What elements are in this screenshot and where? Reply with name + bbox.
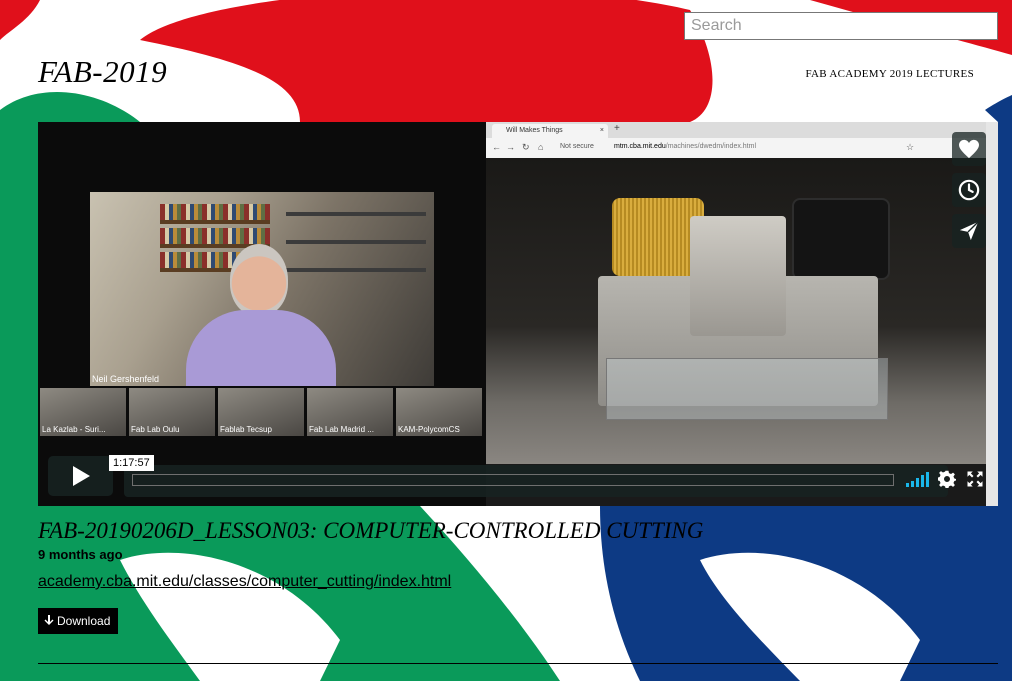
browser-tab-title: Will Makes Things xyxy=(506,127,563,134)
play-button[interactable] xyxy=(48,456,113,496)
heart-icon xyxy=(959,139,979,159)
volume-icon[interactable] xyxy=(906,471,930,487)
participant-label: Fab Lab Madrid ... xyxy=(309,425,374,434)
participant-thumbnail: Fab Lab Oulu xyxy=(129,388,215,436)
video-conference-pane: Neil Gershenfeld La Kazlab - Suri... Fab… xyxy=(38,122,486,506)
url-path: /machines/dwedm/index.html xyxy=(665,143,757,150)
webcam-label: Neil Gershenfeld xyxy=(92,374,160,384)
progress-bar[interactable] xyxy=(132,474,894,486)
participant-label: La Kazlab - Suri... xyxy=(42,425,106,434)
download-button[interactable]: Download xyxy=(38,608,119,634)
participant-thumbnail: KAM-PolycomCS xyxy=(396,388,482,436)
download-arrow-icon xyxy=(44,615,54,627)
share-button[interactable] xyxy=(952,214,986,248)
lesson-link[interactable]: academy.cba.mit.edu/classes/computer_cut… xyxy=(38,573,451,591)
machine-camera-feed xyxy=(486,158,986,464)
paper-plane-icon xyxy=(959,221,979,241)
bookmark-star-icon: ☆ xyxy=(906,142,915,152)
watch-later-button[interactable] xyxy=(952,173,986,207)
participant-thumbnail: Fablab Tecsup xyxy=(218,388,304,436)
divider xyxy=(38,663,998,664)
forward-icon: → xyxy=(506,142,515,152)
like-button[interactable] xyxy=(952,132,986,166)
browser-side-panel xyxy=(986,122,998,506)
url-domain: mtm.cba.mit.edu xyxy=(614,143,666,150)
video-title[interactable]: FAB-20190206D_LESSON03: COMPUTER-CONTROL… xyxy=(38,518,703,544)
participant-label: KAM-PolycomCS xyxy=(398,425,460,434)
home-icon: ⌂ xyxy=(538,142,544,152)
video-player[interactable]: Neil Gershenfeld La Kazlab - Suri... Fab… xyxy=(38,122,998,506)
participant-label: Fablab Tecsup xyxy=(220,425,272,434)
browser-tab: Will Makes Things × xyxy=(492,124,608,138)
close-icon: × xyxy=(599,127,604,134)
presenter-head xyxy=(230,244,288,316)
red-shape-top xyxy=(0,0,40,40)
settings-icon[interactable] xyxy=(938,470,956,488)
clock-icon xyxy=(958,179,980,201)
screen-share-pane: Will Makes Things × + ← → ↻ ⌂ Not secure… xyxy=(486,122,998,506)
fullscreen-icon[interactable] xyxy=(966,470,984,488)
browser-url-bar: ← → ↻ ⌂ Not secure mtm.cba.mit.edu/machi… xyxy=(486,138,998,159)
participant-thumbnails: La Kazlab - Suri... Fab Lab Oulu Fablab … xyxy=(40,388,484,436)
webcam-feed xyxy=(90,192,434,386)
take-up-spool xyxy=(792,198,890,280)
participant-thumbnail: Fab Lab Madrid ... xyxy=(307,388,393,436)
site-title[interactable]: FAB-2019 xyxy=(38,54,167,90)
video-age: 9 months ago xyxy=(38,547,123,562)
site-subtitle[interactable]: FAB ACADEMY 2019 LECTURES xyxy=(805,68,974,80)
presenter-body xyxy=(186,310,336,386)
play-icon xyxy=(72,466,90,486)
machine-carriage xyxy=(690,216,786,336)
reload-icon: ↻ xyxy=(522,142,530,152)
new-tab-icon: + xyxy=(614,123,620,134)
back-icon: ← xyxy=(492,142,501,152)
participant-label: Fab Lab Oulu xyxy=(131,425,180,434)
participant-thumbnail: La Kazlab - Suri... xyxy=(40,388,126,436)
browser-tab-bar: Will Makes Things × + xyxy=(486,122,998,138)
red-shape xyxy=(140,0,713,122)
search-input[interactable] xyxy=(684,12,998,40)
machine-tank xyxy=(606,358,888,420)
security-label: Not secure xyxy=(560,143,594,150)
timecode-tooltip: 1:17:57 xyxy=(109,455,154,471)
download-label: Download xyxy=(57,614,111,628)
browser-url: mtm.cba.mit.edu/machines/dwedm/index.htm… xyxy=(614,143,756,150)
control-bar xyxy=(124,465,983,497)
